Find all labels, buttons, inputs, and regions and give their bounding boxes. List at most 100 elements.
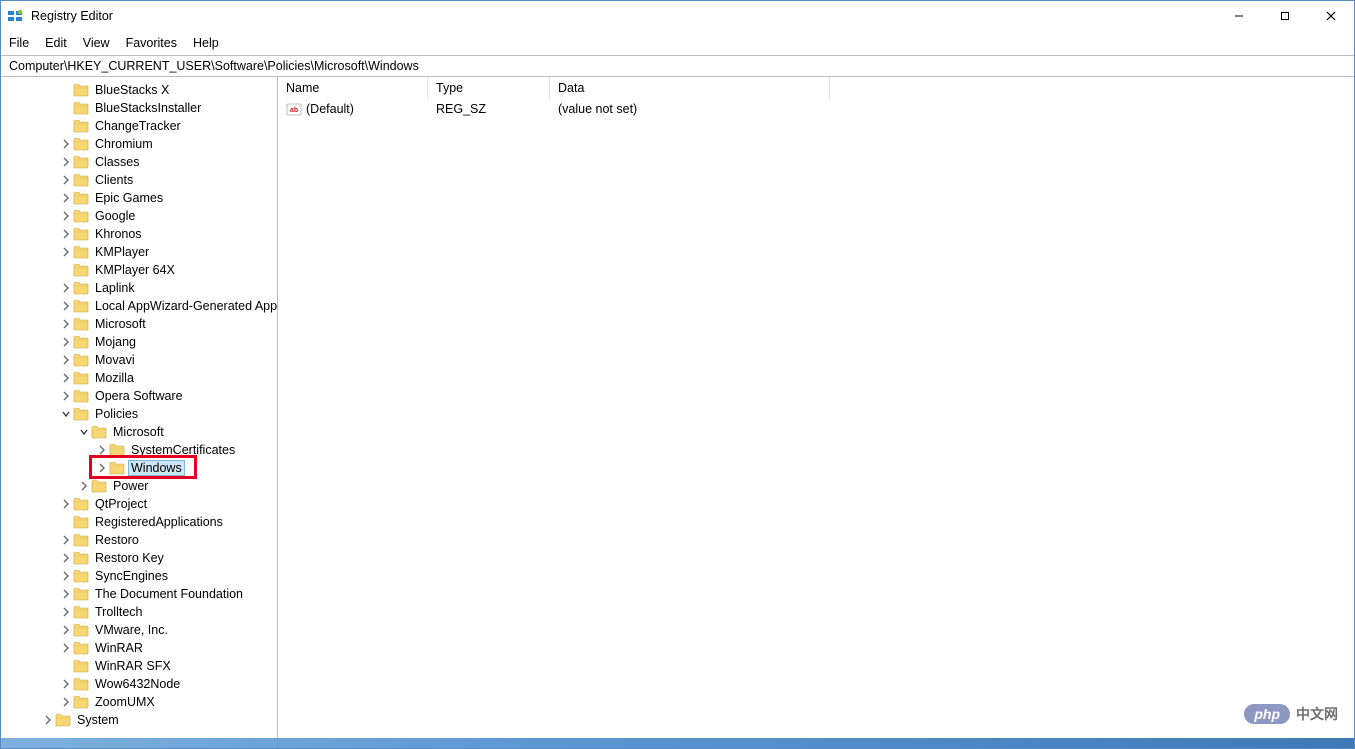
- value-name-cell: ab(Default): [278, 101, 428, 117]
- address-input[interactable]: [7, 58, 1348, 74]
- chevron-right-icon[interactable]: [59, 371, 73, 385]
- menu-file[interactable]: File: [9, 36, 29, 50]
- tree-item[interactable]: BlueStacksInstaller: [1, 99, 277, 117]
- chevron-down-icon[interactable]: [59, 407, 73, 421]
- tree-item[interactable]: System: [1, 711, 277, 729]
- chevron-right-icon[interactable]: [59, 281, 73, 295]
- tree-item[interactable]: BlueStacks X: [1, 81, 277, 99]
- tree-item[interactable]: Classes: [1, 153, 277, 171]
- chevron-right-icon[interactable]: [59, 623, 73, 637]
- chevron-right-icon[interactable]: [59, 551, 73, 565]
- chevron-right-icon[interactable]: [59, 533, 73, 547]
- tree-item[interactable]: Windows: [1, 459, 277, 477]
- minimize-button[interactable]: [1216, 1, 1262, 31]
- folder-icon: [73, 677, 89, 691]
- chevron-right-icon[interactable]: [59, 605, 73, 619]
- tree-item[interactable]: Trolltech: [1, 603, 277, 621]
- tree-item[interactable]: Opera Software: [1, 387, 277, 405]
- column-type[interactable]: Type: [428, 77, 550, 99]
- close-button[interactable]: [1308, 1, 1354, 31]
- chevron-right-icon[interactable]: [59, 335, 73, 349]
- chevron-right-icon[interactable]: [59, 677, 73, 691]
- chevron-right-icon[interactable]: [59, 587, 73, 601]
- chevron-right-icon[interactable]: [59, 497, 73, 511]
- menu-help[interactable]: Help: [193, 36, 219, 50]
- tree-item[interactable]: KMPlayer: [1, 243, 277, 261]
- folder-icon: [73, 119, 89, 133]
- tree-item[interactable]: VMware, Inc.: [1, 621, 277, 639]
- maximize-button[interactable]: [1262, 1, 1308, 31]
- folder-icon: [73, 659, 89, 673]
- menu-view[interactable]: View: [83, 36, 110, 50]
- tree-item-label: BlueStacks X: [93, 83, 171, 97]
- folder-icon: [109, 443, 125, 457]
- tree-item[interactable]: WinRAR SFX: [1, 657, 277, 675]
- tree-item[interactable]: The Document Foundation: [1, 585, 277, 603]
- tree-item[interactable]: QtProject: [1, 495, 277, 513]
- folder-icon: [73, 407, 89, 421]
- chevron-right-icon[interactable]: [95, 443, 109, 457]
- tree-item[interactable]: Google: [1, 207, 277, 225]
- tree-item[interactable]: Mozilla: [1, 369, 277, 387]
- tree-item[interactable]: Power: [1, 477, 277, 495]
- tree-item[interactable]: Khronos: [1, 225, 277, 243]
- chevron-right-icon[interactable]: [59, 317, 73, 331]
- folder-icon: [73, 695, 89, 709]
- column-headers[interactable]: Name Type Data: [278, 77, 1354, 99]
- tree-item-label: Microsoft: [111, 425, 166, 439]
- tree-item[interactable]: SystemCertificates: [1, 441, 277, 459]
- tree-item[interactable]: Mojang: [1, 333, 277, 351]
- folder-icon: [73, 155, 89, 169]
- chevron-right-icon[interactable]: [59, 173, 73, 187]
- chevron-right-icon[interactable]: [59, 299, 73, 313]
- chevron-right-icon[interactable]: [59, 209, 73, 223]
- tree-item[interactable]: Policies: [1, 405, 277, 423]
- chevron-right-icon[interactable]: [95, 461, 109, 475]
- chevron-placeholder: [59, 119, 73, 133]
- chevron-right-icon[interactable]: [59, 137, 73, 151]
- column-data[interactable]: Data: [550, 77, 830, 99]
- tree-item[interactable]: Epic Games: [1, 189, 277, 207]
- tree-item[interactable]: ChangeTracker: [1, 117, 277, 135]
- chevron-right-icon[interactable]: [59, 155, 73, 169]
- tree-item[interactable]: Laplink: [1, 279, 277, 297]
- menu-favorites[interactable]: Favorites: [126, 36, 177, 50]
- registry-editor-window: Registry Editor File Edit View Favorites…: [0, 0, 1355, 749]
- tree-item[interactable]: Movavi: [1, 351, 277, 369]
- column-name[interactable]: Name: [278, 77, 428, 99]
- menu-edit[interactable]: Edit: [45, 36, 67, 50]
- tree-item-label: RegisteredApplications: [93, 515, 225, 529]
- tree-item[interactable]: Wow6432Node: [1, 675, 277, 693]
- tree-pane[interactable]: BlueStacks X BlueStacksInstallerChangeTra…: [1, 77, 278, 748]
- tree-item[interactable]: Restoro Key: [1, 549, 277, 567]
- chevron-placeholder: [59, 101, 73, 115]
- tree-item[interactable]: ZoomUMX: [1, 693, 277, 711]
- tree-item[interactable]: Microsoft: [1, 423, 277, 441]
- chevron-right-icon[interactable]: [41, 713, 55, 727]
- chevron-right-icon[interactable]: [59, 191, 73, 205]
- tree-item[interactable]: Microsoft: [1, 315, 277, 333]
- tree-item[interactable]: RegisteredApplications: [1, 513, 277, 531]
- tree-item[interactable]: Restoro: [1, 531, 277, 549]
- value-list[interactable]: ab(Default)REG_SZ(value not set): [278, 99, 1354, 748]
- chevron-right-icon[interactable]: [59, 227, 73, 241]
- chevron-right-icon[interactable]: [59, 353, 73, 367]
- tree-item[interactable]: WinRAR: [1, 639, 277, 657]
- tree-item-label: Wow6432Node: [93, 677, 182, 691]
- chevron-down-icon[interactable]: [77, 425, 91, 439]
- chevron-right-icon[interactable]: [59, 389, 73, 403]
- chevron-right-icon[interactable]: [59, 569, 73, 583]
- titlebar[interactable]: Registry Editor: [1, 1, 1354, 31]
- folder-icon: [73, 137, 89, 151]
- chevron-right-icon[interactable]: [77, 479, 91, 493]
- value-row[interactable]: ab(Default)REG_SZ(value not set): [278, 99, 1354, 119]
- tree-item[interactable]: KMPlayer 64X: [1, 261, 277, 279]
- tree-item[interactable]: SyncEngines: [1, 567, 277, 585]
- tree-item-label: SystemCertificates: [129, 443, 237, 457]
- tree-item[interactable]: Chromium: [1, 135, 277, 153]
- tree-item[interactable]: Clients: [1, 171, 277, 189]
- chevron-right-icon[interactable]: [59, 695, 73, 709]
- chevron-right-icon[interactable]: [59, 245, 73, 259]
- tree-item[interactable]: Local AppWizard-Generated Applications: [1, 297, 277, 315]
- chevron-right-icon[interactable]: [59, 641, 73, 655]
